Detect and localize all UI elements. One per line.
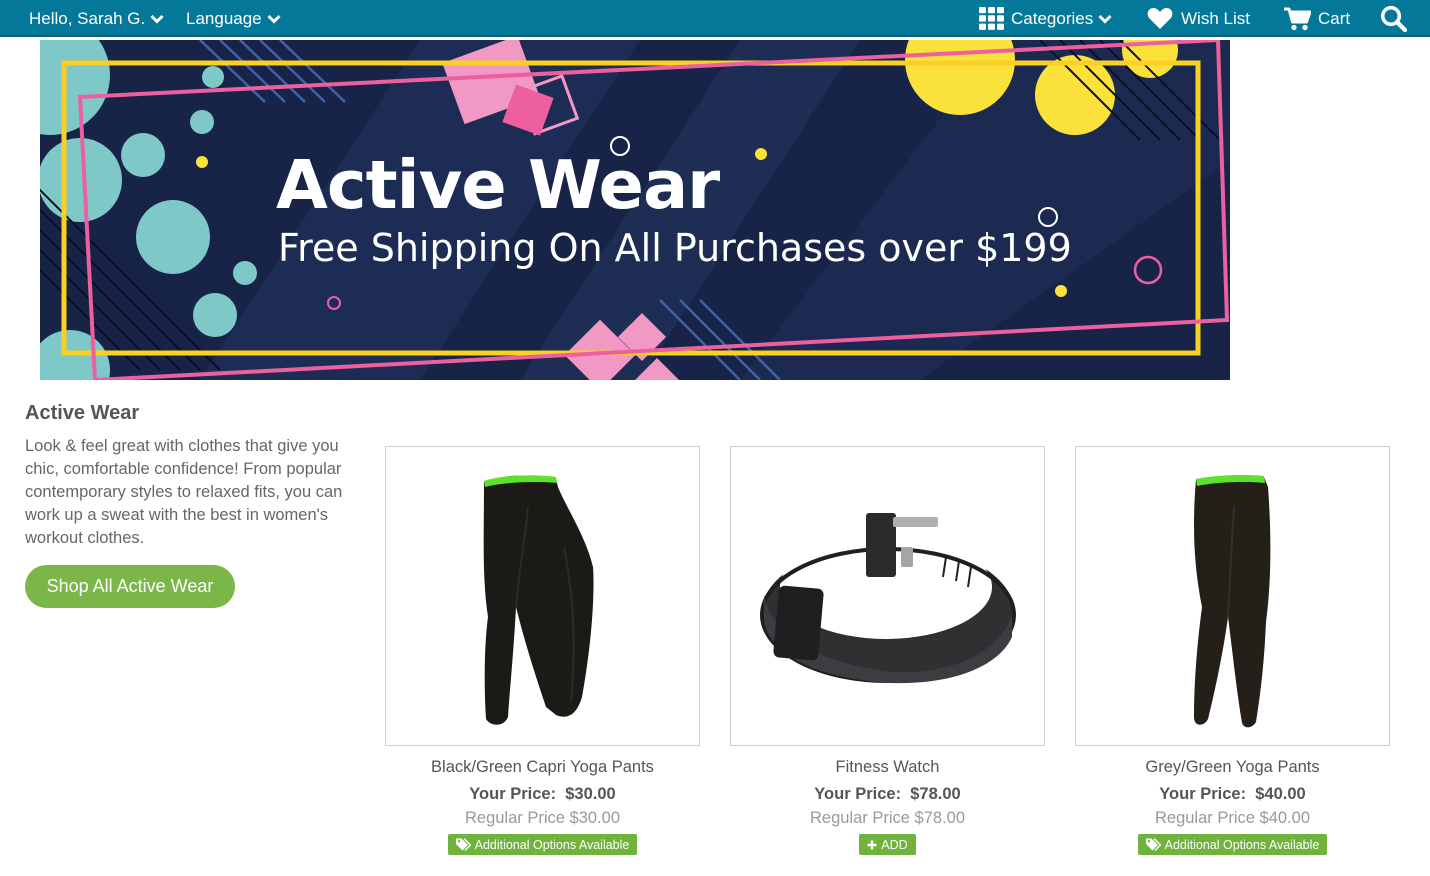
badge-label: Additional Options Available	[1164, 837, 1320, 852]
chevron-down-icon	[150, 14, 164, 24]
cart-icon	[1284, 7, 1311, 30]
tags-icon	[1145, 838, 1161, 851]
additional-options-badge[interactable]: Additional Options Available	[1137, 834, 1328, 855]
categories-menu[interactable]: Categories	[979, 0, 1112, 37]
tags-icon	[455, 838, 471, 851]
promo-banner[interactable]: Active Wear Free Shipping On All Purchas…	[40, 40, 1230, 380]
product-image[interactable]	[730, 446, 1045, 746]
wish-list-link[interactable]: Wish List	[1147, 0, 1250, 37]
categories-label: Categories	[1011, 8, 1094, 28]
chevron-down-icon	[1098, 14, 1112, 24]
product-price: Your Price: $40.00	[1075, 785, 1390, 804]
price-label: Your Price:	[814, 785, 902, 803]
wish-list-label: Wish List	[1181, 8, 1250, 28]
section-description: Look & feel great with clothes that give…	[25, 437, 343, 547]
shop-all-button[interactable]: Shop All Active Wear	[25, 565, 235, 608]
banner-subtitle: Free Shipping On All Purchases over $199	[278, 226, 1072, 270]
fitness-watch-image	[760, 513, 1016, 684]
price-value: $30.00	[565, 785, 616, 803]
chevron-down-icon	[267, 14, 281, 24]
regular-price: Regular Price $30.00	[464, 809, 620, 827]
product-card: Grey/Green Yoga Pants Your Price: $40.00…	[1075, 446, 1390, 856]
additional-options-badge[interactable]: Additional Options Available	[447, 834, 638, 855]
account-greeting: Hello, Sarah G.	[29, 8, 146, 28]
grid-icon	[979, 7, 1004, 30]
plus-icon	[867, 840, 877, 849]
product-name[interactable]: Grey/Green Yoga Pants	[1075, 758, 1390, 777]
add-label: ADD	[881, 837, 908, 852]
regular-price: Regular Price $78.00	[809, 809, 965, 827]
price-label: Your Price:	[1159, 785, 1247, 803]
price-value: $78.00	[910, 785, 961, 803]
banner-title: Active Wear	[276, 146, 720, 224]
product-image[interactable]	[1075, 446, 1390, 746]
account-menu[interactable]: Hello, Sarah G.	[29, 0, 164, 37]
product-image[interactable]	[385, 446, 700, 746]
product-name[interactable]: Fitness Watch	[730, 758, 1045, 777]
price-value: $40.00	[1255, 785, 1306, 803]
search-button[interactable]	[1380, 0, 1407, 37]
yoga-pants-image	[1194, 475, 1271, 728]
badge-label: Additional Options Available	[474, 837, 630, 852]
language-label: Language	[186, 8, 262, 28]
top-nav-bar: Hello, Sarah G. Language Categories Wish…	[0, 0, 1430, 37]
cart-link[interactable]: Cart	[1284, 0, 1350, 37]
regular-price: Regular Price $40.00	[1154, 809, 1310, 827]
capri-pants-image	[483, 475, 594, 725]
product-card: Fitness Watch Your Price: $78.00 Regular…	[730, 446, 1045, 855]
heart-icon	[1147, 8, 1173, 29]
price-label: Your Price:	[469, 785, 557, 803]
product-price: Your Price: $78.00	[730, 785, 1045, 804]
cart-label: Cart	[1318, 8, 1351, 28]
product-price: Your Price: $30.00	[385, 785, 700, 804]
product-name[interactable]: Black/Green Capri Yoga Pants	[385, 758, 700, 777]
add-to-cart-button[interactable]: ADD	[859, 834, 916, 855]
section-title: Active Wear	[25, 402, 140, 424]
product-card: Black/Green Capri Yoga Pants Your Price:…	[385, 446, 700, 856]
language-menu[interactable]: Language	[186, 0, 281, 37]
search-icon	[1380, 5, 1407, 32]
